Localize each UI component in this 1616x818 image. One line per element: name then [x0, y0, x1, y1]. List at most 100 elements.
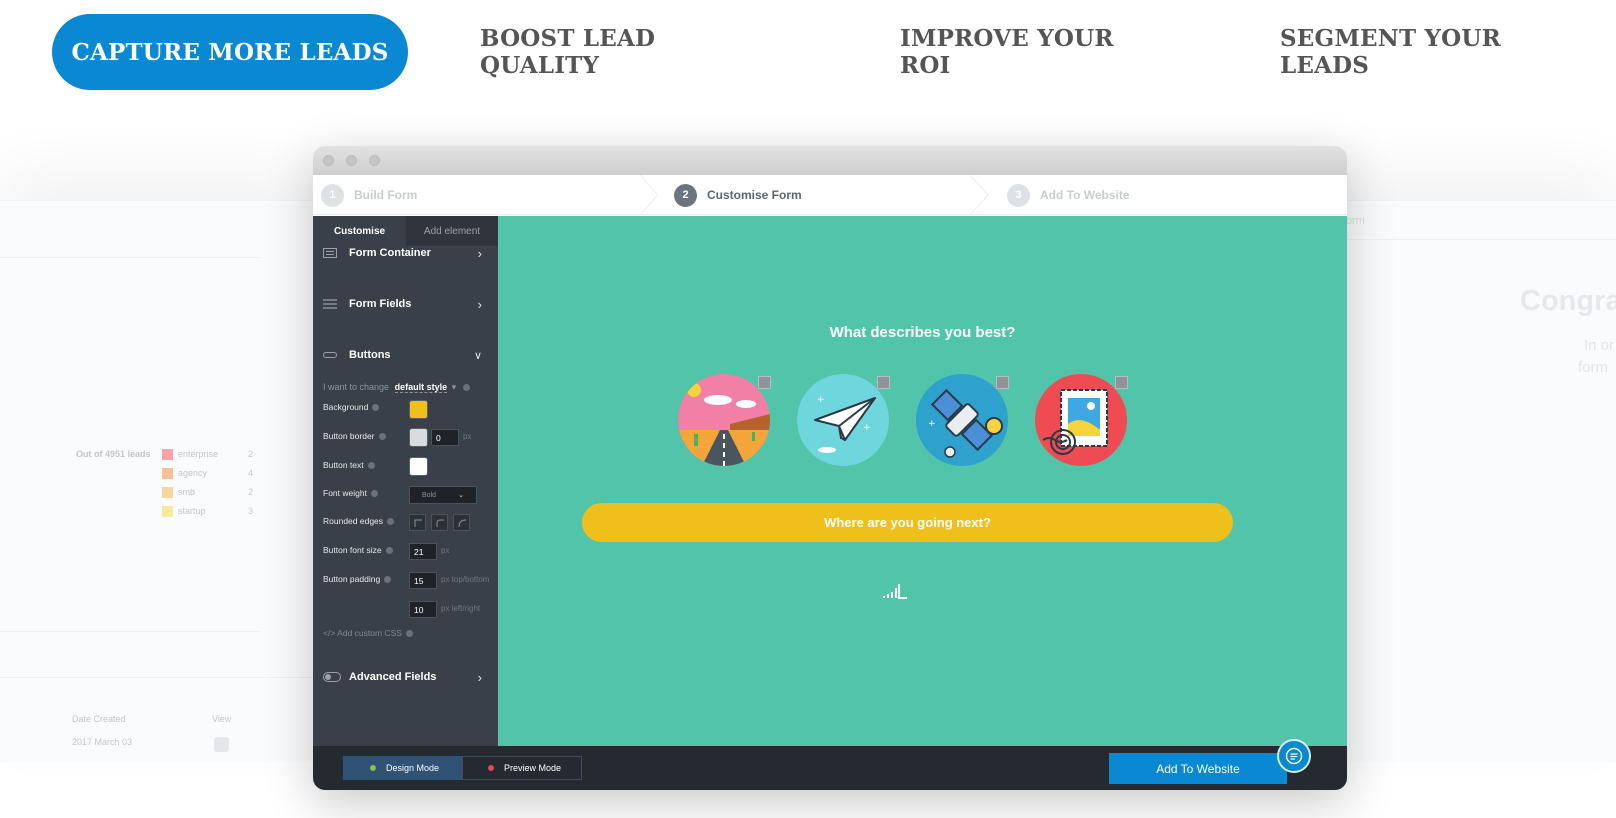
legend-label-agency: agency [178, 468, 208, 478]
padding-left-right-input[interactable]: 10 [409, 601, 437, 618]
font-size-input[interactable]: 21 [409, 543, 437, 560]
help-icon[interactable] [462, 384, 470, 392]
section-label: Advanced Fields [349, 671, 437, 683]
option-paper-plane[interactable]: + + [797, 374, 889, 466]
background-color-swatch[interactable] [409, 400, 428, 419]
status-dot [488, 765, 494, 771]
legend-count-smb: 2 [248, 487, 254, 497]
legend-swatch-agency [162, 468, 173, 479]
unit-label: px [463, 432, 472, 441]
row-date: 2017 March 03 [72, 737, 133, 747]
design-mode-label: Design Mode [386, 763, 440, 773]
option-checkbox[interactable] [877, 376, 890, 389]
style-selector[interactable]: default style [394, 382, 448, 393]
paper-plane-icon: + + [797, 374, 889, 466]
step-number: 3 [1007, 183, 1030, 207]
option-road-trip[interactable] [678, 374, 770, 466]
unit-label: px [441, 546, 450, 555]
prop-label: Button text [323, 460, 364, 470]
add-to-website-button[interactable]: Add To Website [1109, 753, 1287, 784]
help-icon[interactable] [370, 490, 378, 498]
step-label: Customise Form [707, 188, 802, 202]
help-icon[interactable] [367, 462, 375, 470]
step-build-form[interactable]: 1 Build Form [321, 175, 417, 215]
legend-count-enterprise: 2 [248, 449, 254, 459]
help-icon[interactable] [372, 404, 380, 412]
congrats-text-line: form [1578, 359, 1608, 376]
option-checkbox[interactable] [758, 376, 771, 389]
option-postage-stamp[interactable] [1035, 374, 1127, 466]
change-label: I want to change [323, 382, 390, 392]
divider [1330, 239, 1616, 240]
option-satellite[interactable]: + [916, 374, 1008, 466]
prop-button-text: Button text [323, 460, 375, 470]
preview-mode-label: Preview Mode [504, 763, 562, 773]
window-minimize-dot[interactable] [346, 155, 357, 166]
prop-button-font-size: Button font size [323, 545, 393, 555]
page: CAPTURE MORE LEADS BOOST LEAD QUALITY IM… [0, 0, 1616, 818]
feature-tabs: CAPTURE MORE LEADS BOOST LEAD QUALITY IM… [0, 0, 1616, 92]
help-icon[interactable] [385, 547, 393, 555]
step-customise-form[interactable]: 2 Customise Form [674, 175, 802, 215]
tab-boost-lead-quality[interactable]: BOOST LEAD QUALITY [480, 14, 780, 90]
font-weight-value: Bold [422, 491, 437, 499]
column-view: View [212, 714, 232, 724]
border-width-input[interactable]: 0 [431, 429, 459, 446]
font-weight-select[interactable]: Bold ⌄ [409, 486, 477, 504]
tab-capture-more-leads[interactable]: CAPTURE MORE LEADS [52, 14, 408, 90]
chat-button[interactable] [1277, 739, 1311, 773]
chat-icon [1285, 747, 1303, 765]
help-icon[interactable] [387, 518, 395, 526]
prop-button-border: Button border [323, 431, 386, 441]
prop-button-padding: Button padding [323, 574, 392, 584]
window-maximize-dot[interactable] [369, 155, 380, 166]
help-icon[interactable] [384, 576, 392, 584]
window-close-dot[interactable] [323, 155, 334, 166]
legend-count-agency: 4 [248, 468, 254, 478]
prop-label: Button font size [323, 545, 382, 555]
unit-label: px left/right [441, 604, 481, 613]
loading-icon [883, 584, 907, 599]
section-form-fields[interactable]: Form Fields › [313, 289, 498, 319]
add-custom-css-link[interactable]: </> Add custom CSS [323, 628, 413, 638]
section-label: Form Container [349, 247, 431, 259]
prop-label: Background [323, 402, 369, 412]
square-corner-button[interactable] [409, 514, 426, 531]
satellite-icon: + [916, 374, 1008, 466]
wizard-steps: 1 Build Form 2 Customise Form 3 Add To W… [313, 175, 1347, 215]
toggle-icon [323, 672, 341, 682]
step-add-to-website[interactable]: 3 Add To Website [1007, 175, 1130, 215]
status-dot [370, 765, 376, 771]
legend-label-smb: smb [178, 487, 196, 497]
help-icon[interactable] [378, 433, 386, 441]
tab-add-element[interactable]: Add element [406, 216, 498, 246]
preview-mode-button[interactable]: Preview Mode [462, 756, 582, 780]
help-icon[interactable] [405, 630, 413, 638]
prop-label: Rounded edges [323, 516, 384, 526]
change-target-row: I want to change default style ▾ [323, 382, 470, 393]
chevron-down-icon: ⌄ [458, 492, 464, 499]
tab-customise[interactable]: Customise [313, 216, 406, 246]
pill-corner-button[interactable] [453, 514, 470, 531]
option-checkbox[interactable] [996, 376, 1009, 389]
svg-text:+: + [928, 419, 936, 429]
section-advanced-fields[interactable]: Advanced Fields › [313, 662, 498, 692]
section-buttons[interactable]: Buttons ∨ [313, 340, 498, 370]
option-checkbox[interactable] [1115, 376, 1128, 389]
chevron-right-icon: › [477, 669, 482, 685]
next-question-button[interactable]: Where are you going next? [582, 503, 1233, 542]
legend-swatch-startup [162, 506, 173, 517]
text-color-swatch[interactable] [409, 457, 428, 476]
legend-label-startup: startup [178, 506, 206, 516]
view-icon[interactable] [214, 737, 229, 752]
padding-top-bottom-input[interactable]: 15 [409, 572, 437, 589]
divider [0, 677, 320, 678]
border-color-swatch[interactable] [409, 428, 428, 447]
step-number: 2 [674, 183, 697, 207]
design-mode-button[interactable]: Design Mode [343, 756, 462, 780]
dropdown-icon: ▾ [451, 382, 457, 392]
round-corner-button[interactable] [431, 514, 448, 531]
tab-improve-your-roi[interactable]: IMPROVE YOUR ROI [900, 14, 1160, 90]
section-label: Buttons [349, 349, 391, 361]
tab-segment-your-leads[interactable]: SEGMENT YOUR LEADS [1280, 14, 1580, 90]
